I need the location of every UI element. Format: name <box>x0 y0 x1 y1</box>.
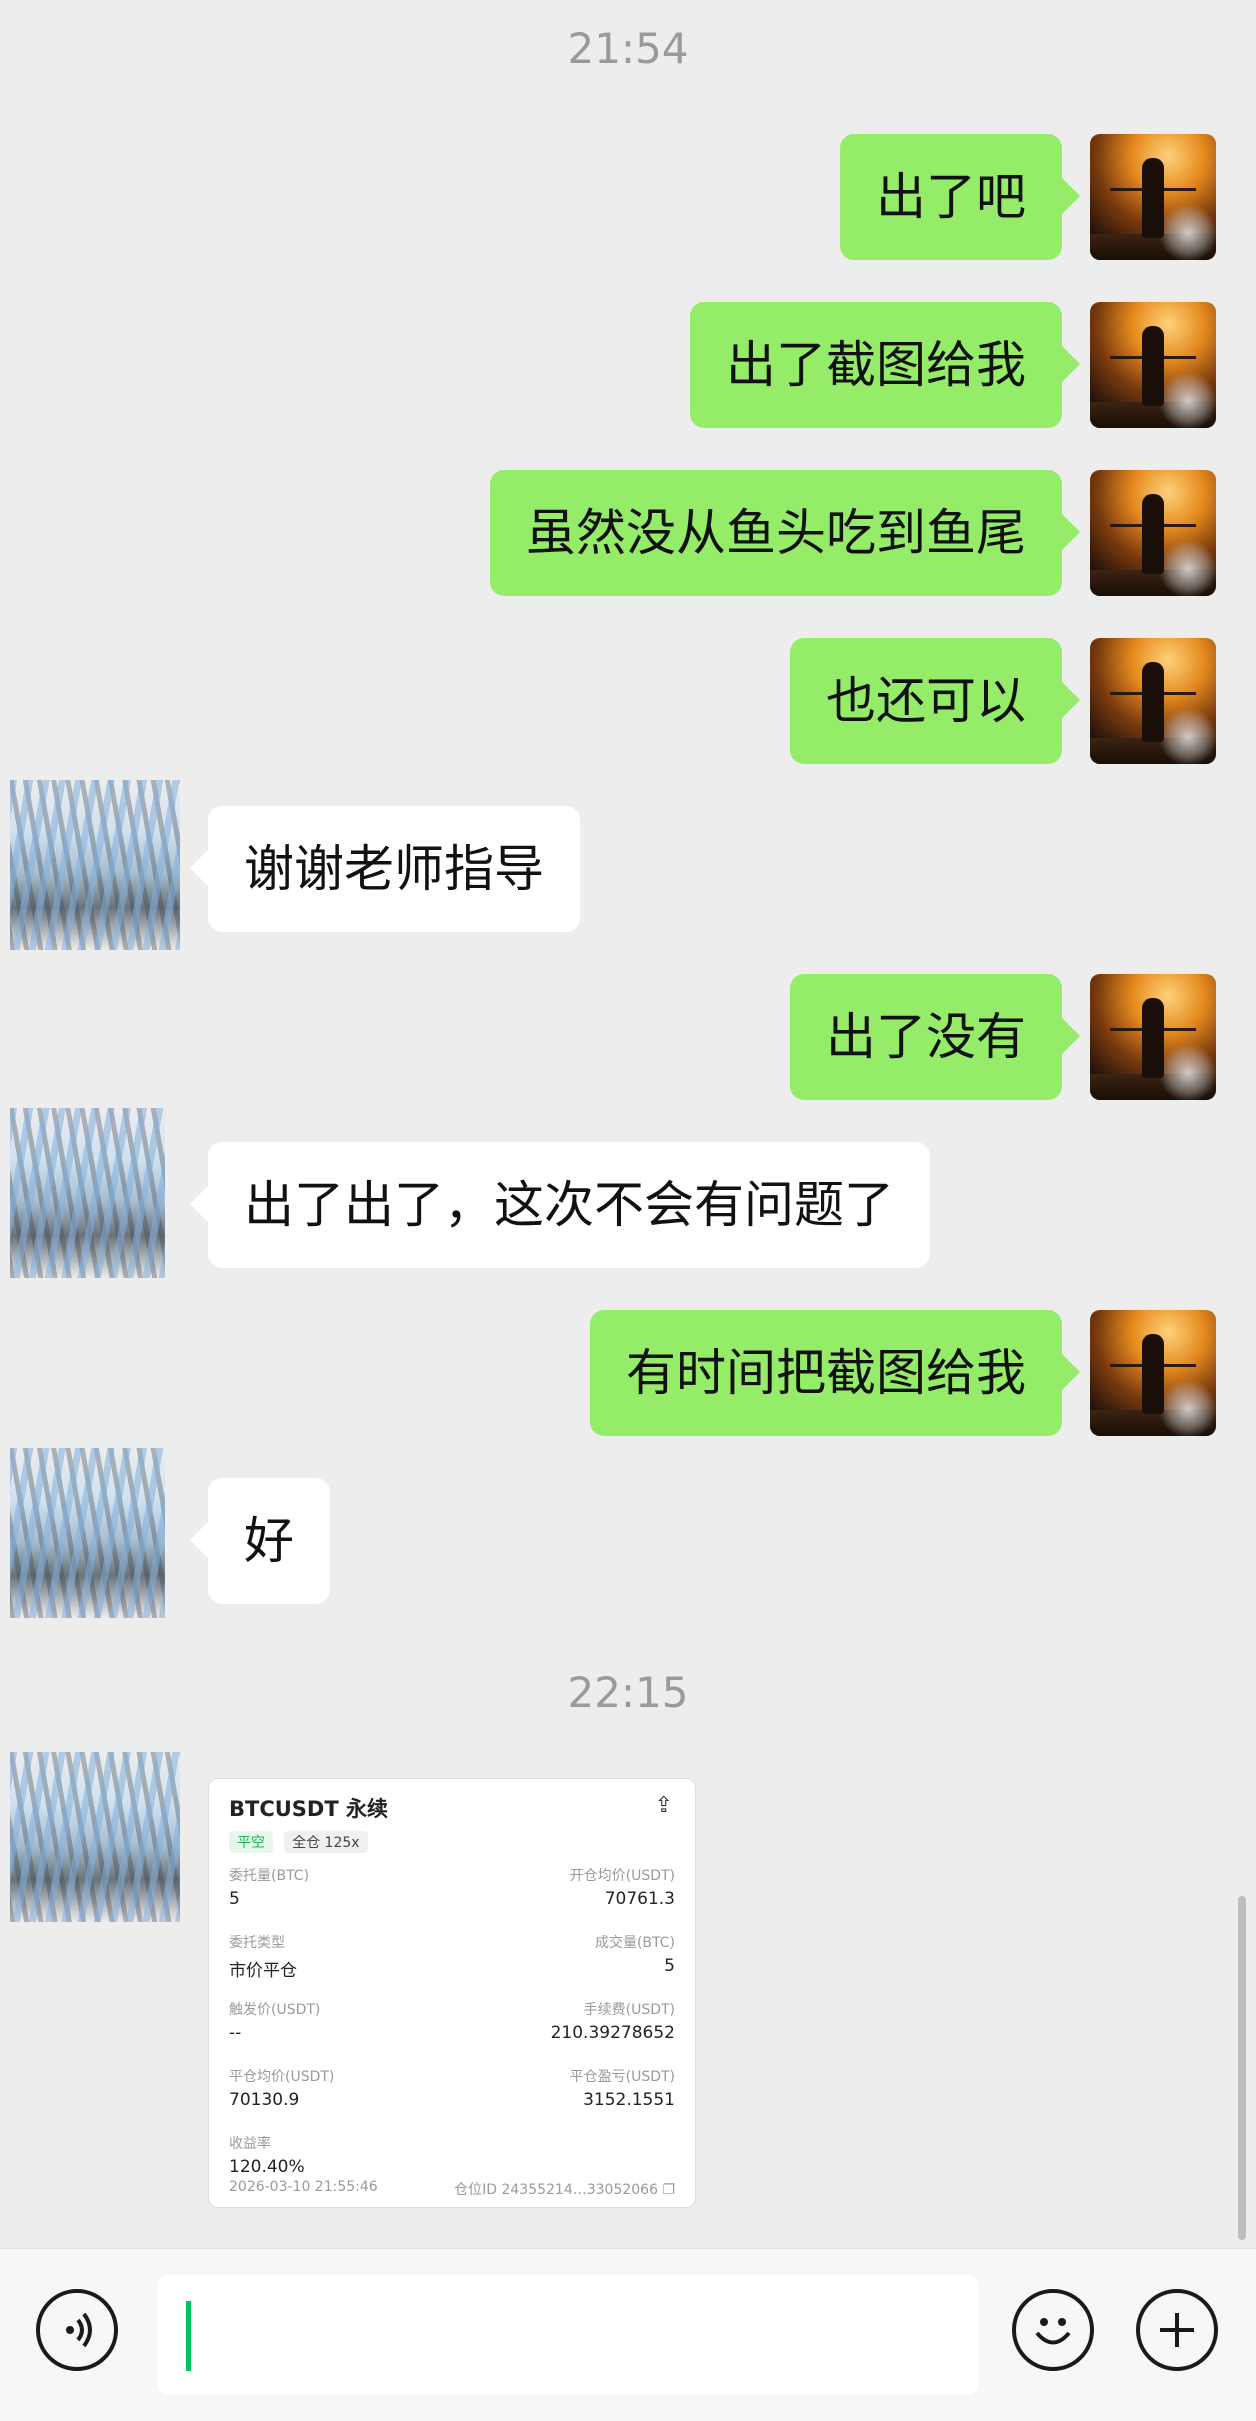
my-avatar[interactable] <box>1090 638 1216 764</box>
close-avg-label: 平仓均价(USDT) <box>229 2069 335 2085</box>
filled-label: 成交量(BTC) <box>594 1935 675 1951</box>
trade-screenshot-image[interactable]: BTCUSDT 永续 ⇪ 平空 全仓 125x 委托量(BTC) 5 开仓均价(U… <box>208 1778 696 2208</box>
my-avatar[interactable] <box>1090 470 1216 596</box>
order-type-value: 市价平仓 <box>229 1961 297 1981</box>
contact-avatar[interactable] <box>10 780 180 950</box>
contact-message-bubble[interactable]: 好 <box>190 1478 330 1604</box>
input-bar <box>0 2248 1256 2421</box>
contact-message-bubble[interactable]: 谢谢老师指导 <box>190 806 580 932</box>
pnl-label: 平仓盈亏(USDT) <box>569 2069 675 2085</box>
trigger-label: 触发价(USDT) <box>229 2002 321 2018</box>
message-input[interactable] <box>158 2275 978 2395</box>
my-avatar[interactable] <box>1090 1310 1216 1436</box>
contact-avatar[interactable] <box>10 1752 180 1922</box>
open-avg-label: 开仓均价(USDT) <box>569 1868 675 1884</box>
order-qty-value: 5 <box>229 1889 240 1909</box>
my-message-bubble[interactable]: 出了没有 <box>790 974 1080 1100</box>
timestamp: 22:15 <box>567 1668 689 1717</box>
order-type-label: 委托类型 <box>229 1935 285 1951</box>
my-message-bubble[interactable]: 出了截图给我 <box>690 302 1080 428</box>
text-caret <box>186 2301 191 2371</box>
close-avg-value: 70130.9 <box>229 2090 300 2110</box>
position-id: 仓位ID 24355214…33052066 <box>454 2182 658 2198</box>
contact-avatar[interactable] <box>10 1448 165 1618</box>
pnl-value: 3152.1551 <box>583 2090 675 2110</box>
plus-icon <box>1160 2313 1194 2347</box>
trigger-value: -- <box>229 2023 242 2043</box>
my-avatar[interactable] <box>1090 134 1216 260</box>
scrollbar[interactable] <box>1238 1896 1246 2240</box>
timestamp: 21:54 <box>567 24 689 73</box>
contact-message-bubble[interactable]: 出了出了，这次不会有问题了 <box>190 1142 930 1268</box>
voice-icon <box>66 2312 92 2348</box>
emoji-icon <box>1035 2318 1071 2345</box>
copy-icon: ❐ <box>662 2182 675 2198</box>
side-tag: 平空 <box>229 1831 273 1853</box>
roi-label: 收益率 <box>229 2136 271 2152</box>
contact-avatar[interactable] <box>10 1108 165 1278</box>
order-qty-label: 委托量(BTC) <box>229 1868 310 1884</box>
my-message-bubble[interactable]: 虽然没从鱼头吃到鱼尾 <box>490 470 1080 596</box>
margin-tag: 全仓 125x <box>284 1831 368 1853</box>
emoji-button[interactable] <box>1012 2289 1094 2371</box>
voice-button[interactable] <box>36 2289 118 2371</box>
my-avatar[interactable] <box>1090 302 1216 428</box>
trade-time: 2026-03-10 21:55:46 <box>229 2179 378 2195</box>
my-message-bubble[interactable]: 也还可以 <box>790 638 1080 764</box>
fee-label: 手续费(USDT) <box>583 2002 675 2018</box>
more-button[interactable] <box>1136 2289 1218 2371</box>
my-message-bubble[interactable]: 有时间把截图给我 <box>590 1310 1080 1436</box>
filled-value: 5 <box>664 1956 675 1976</box>
open-avg-value: 70761.3 <box>604 1889 675 1909</box>
my-avatar[interactable] <box>1090 974 1216 1100</box>
roi-value: 120.40% <box>229 2157 305 2177</box>
fee-value: 210.39278652 <box>550 2023 675 2043</box>
chat-history[interactable]: 21:54 出了吧 出了截图给我 虽然没从鱼头吃到鱼尾 也还可以 谢谢老师指导 … <box>0 0 1256 2248</box>
my-message-bubble[interactable]: 出了吧 <box>840 134 1080 260</box>
share-icon: ⇪ <box>654 1793 673 1818</box>
card-title: BTCUSDT 永续 <box>229 1797 388 1821</box>
